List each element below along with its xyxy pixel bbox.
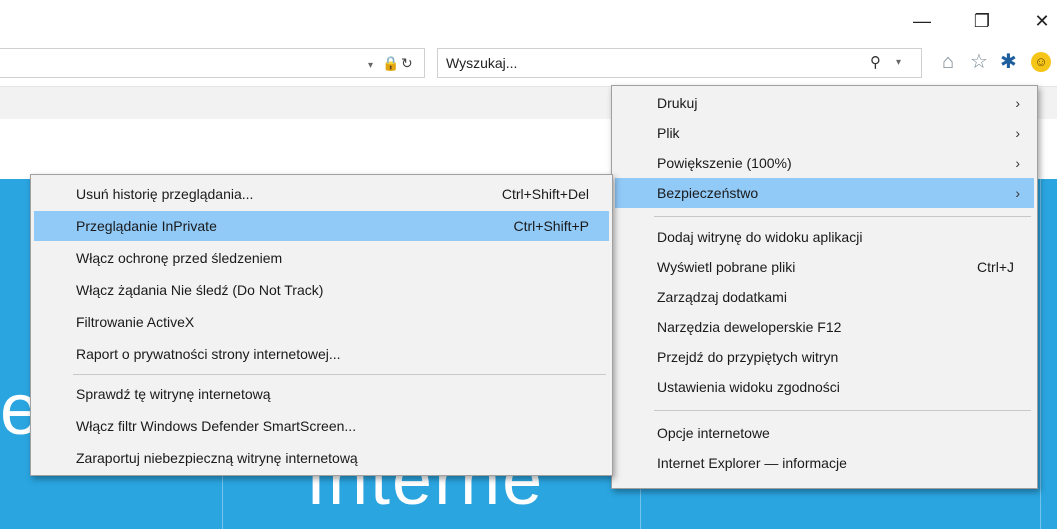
menu-item-shortcut: Ctrl+Shift+P xyxy=(513,218,589,234)
menu-item-zoom[interactable]: Powiększenie (100%) › xyxy=(615,148,1034,178)
menu-item-privacy-report[interactable]: Raport o prywatności strony internetowej… xyxy=(34,339,609,369)
menu-item-delete-history[interactable]: Usuń historię przeglądania... Ctrl+Shift… xyxy=(34,179,609,209)
menu-item-label: Ustawienia widoku zgodności xyxy=(657,379,840,395)
title-bar: — ❐ ✕ xyxy=(0,0,1057,42)
close-button[interactable]: ✕ xyxy=(1020,4,1057,38)
menu-separator xyxy=(73,374,606,375)
menu-item-label: Wyświetl pobrane pliki xyxy=(657,259,796,275)
menu-item-label: Przejdź do przypiętych witryn xyxy=(657,349,839,365)
menu-item-inprivate[interactable]: Przeglądanie InPrivate Ctrl+Shift+P xyxy=(34,211,609,241)
browser-window: — ❐ ✕ ▾ 🔒 ↻ ⚲ ▾ ⌂ ☆ ✱ ☺ e Interne xyxy=(0,0,1057,529)
menu-item-label: Internet Explorer — informacje xyxy=(657,455,847,471)
menu-item-smartscreen[interactable]: Włącz filtr Windows Defender SmartScreen… xyxy=(34,411,609,441)
menu-item-label: Usuń historię przeglądania... xyxy=(76,186,254,202)
address-dropdown-icon[interactable]: ▾ xyxy=(368,57,373,75)
menu-item-compat-view[interactable]: Ustawienia widoku zgodności xyxy=(615,372,1034,402)
menu-item-label: Sprawdź tę witrynę internetową xyxy=(76,386,271,402)
gear-icon[interactable]: ✱ xyxy=(1000,50,1017,74)
menu-item-pinned-sites[interactable]: Przejdź do przypiętych witryn xyxy=(615,342,1034,372)
search-dropdown-icon[interactable]: ▾ xyxy=(896,57,901,68)
search-icon[interactable]: ⚲ xyxy=(870,53,881,71)
menu-item-view-downloads[interactable]: Wyświetl pobrane pliki Ctrl+J xyxy=(615,252,1034,282)
menu-item-label: Zarządzaj dodatkami xyxy=(657,289,787,305)
menu-separator xyxy=(654,410,1031,411)
search-input[interactable] xyxy=(446,53,846,73)
minimize-button[interactable]: — xyxy=(900,4,944,38)
menu-item-label: Włącz filtr Windows Defender SmartScreen… xyxy=(76,418,357,434)
menu-item-print[interactable]: Drukuj › xyxy=(615,88,1034,118)
chevron-right-icon: › xyxy=(1015,95,1020,111)
menu-item-label: Opcje internetowe xyxy=(657,425,770,441)
menu-item-label: Narzędzia deweloperskie F12 xyxy=(657,319,842,335)
menu-item-label: Zaraportuj niebezpieczną witrynę interne… xyxy=(76,450,358,466)
menu-item-label: Raport o prywatności strony internetowej… xyxy=(76,346,341,362)
menu-item-label: Włącz ochronę przed śledzeniem xyxy=(76,250,283,266)
home-icon[interactable]: ⌂ xyxy=(942,50,954,74)
menu-item-internet-options[interactable]: Opcje internetowe xyxy=(615,418,1034,448)
menu-item-dev-tools[interactable]: Narzędzia deweloperskie F12 xyxy=(615,312,1034,342)
menu-item-label: Filtrowanie ActiveX xyxy=(76,314,195,330)
menu-item-report-unsafe-site[interactable]: Zaraportuj niebezpieczną witrynę interne… xyxy=(34,443,609,473)
menu-item-manage-addons[interactable]: Zarządzaj dodatkami xyxy=(615,282,1034,312)
menu-item-do-not-track[interactable]: Włącz żądania Nie śledź (Do Not Track) xyxy=(34,275,609,305)
chevron-right-icon: › xyxy=(1015,185,1020,201)
search-box[interactable]: ⚲ ▾ xyxy=(437,48,922,78)
feedback-smiley-icon[interactable]: ☺ xyxy=(1031,52,1051,72)
navigation-bar: ▾ 🔒 ↻ ⚲ ▾ ⌂ ☆ ✱ ☺ xyxy=(0,42,1057,87)
menu-item-tracking-protection[interactable]: Włącz ochronę przed śledzeniem xyxy=(34,243,609,273)
menu-item-label: Włącz żądania Nie śledź (Do Not Track) xyxy=(76,282,324,298)
refresh-icon[interactable]: ↻ xyxy=(401,54,413,72)
address-bar[interactable]: ▾ 🔒 ↻ xyxy=(0,48,425,78)
chevron-right-icon: › xyxy=(1015,125,1020,141)
menu-item-label: Powiększenie (100%) xyxy=(657,155,792,171)
security-submenu: Usuń historię przeglądania... Ctrl+Shift… xyxy=(30,174,613,476)
menu-item-file[interactable]: Plik › xyxy=(615,118,1034,148)
menu-separator xyxy=(654,216,1031,217)
menu-item-activex-filtering[interactable]: Filtrowanie ActiveX xyxy=(34,307,609,337)
menu-item-about-ie[interactable]: Internet Explorer — informacje xyxy=(615,448,1034,478)
menu-item-add-site-to-apps[interactable]: Dodaj witrynę do widoku aplikacji xyxy=(615,222,1034,252)
menu-item-label: Dodaj witrynę do widoku aplikacji xyxy=(657,229,863,245)
menu-item-label: Przeglądanie InPrivate xyxy=(76,218,217,234)
menu-item-shortcut: Ctrl+Shift+Del xyxy=(501,186,589,202)
lock-icon[interactable]: 🔒 xyxy=(382,54,399,72)
chevron-right-icon: › xyxy=(1015,155,1020,171)
hero-divider xyxy=(1040,179,1041,529)
menu-item-check-site[interactable]: Sprawdź tę witrynę internetową xyxy=(34,379,609,409)
favorites-star-icon[interactable]: ☆ xyxy=(970,50,988,74)
menu-item-shortcut: Ctrl+J xyxy=(977,259,1014,275)
restore-button[interactable]: ❐ xyxy=(960,4,1004,38)
menu-item-label: Bezpieczeństwo xyxy=(657,185,759,201)
menu-item-label: Drukuj xyxy=(657,95,698,111)
menu-item-label: Plik xyxy=(657,125,680,141)
menu-item-safety[interactable]: Bezpieczeństwo › xyxy=(615,178,1034,208)
tools-menu: Drukuj › Plik › Powiększenie (100%) › Be… xyxy=(611,85,1038,489)
